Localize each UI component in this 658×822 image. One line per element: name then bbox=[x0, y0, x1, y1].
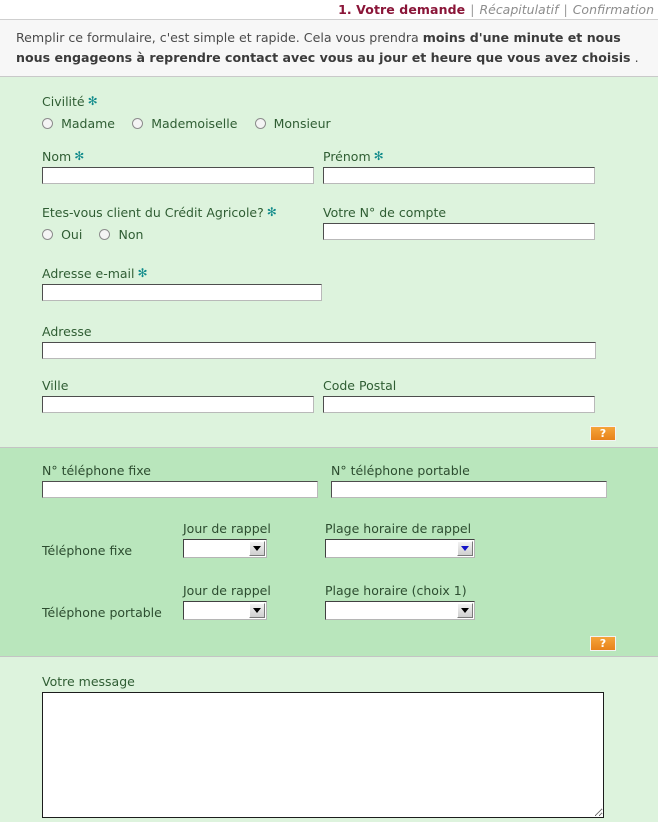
intro-text: Remplir ce formulaire, c'est simple et r… bbox=[0, 20, 658, 78]
compte-input[interactable] bbox=[323, 223, 595, 241]
required-asterisk-icon: ✻ bbox=[87, 94, 98, 109]
nom-group: Nom ✻ bbox=[42, 146, 323, 185]
client-question-options: Oui Non bbox=[42, 224, 323, 243]
callback-fixe-day-select[interactable] bbox=[183, 539, 267, 559]
callback-portable-name: Téléphone portable bbox=[42, 605, 162, 621]
tel-portable-input[interactable] bbox=[331, 481, 607, 499]
tel-fixe-group: N° téléphone fixe bbox=[42, 460, 331, 499]
callback-fixe-slot-group: Plage horaire de rappel bbox=[325, 518, 475, 562]
required-asterisk-icon: ✻ bbox=[373, 149, 384, 164]
callback-fixe-slot-label: Plage horaire de rappel bbox=[325, 521, 472, 537]
section-personal-info: Civilité ✻ Madame Mademoiselle Monsieur N… bbox=[0, 77, 658, 449]
form-page: 1. Votre demande | Récapitulatif | Confi… bbox=[0, 0, 658, 822]
help-button-section-1[interactable]: ? bbox=[590, 426, 616, 442]
ville-input[interactable] bbox=[42, 396, 314, 414]
tel-fixe-input[interactable] bbox=[42, 481, 318, 499]
radio-label-mademoiselle: Mademoiselle bbox=[151, 116, 238, 132]
code-postal-label: Code Postal bbox=[323, 378, 397, 394]
adresse-label: Adresse bbox=[42, 324, 92, 340]
civility-label: Civilité bbox=[42, 94, 85, 110]
email-label: Adresse e-mail bbox=[42, 266, 135, 282]
intro-part-1: Remplir ce formulaire, c'est simple et r… bbox=[16, 30, 423, 45]
phone-fields-row: N° téléphone fixe N° téléphone portable bbox=[0, 460, 658, 499]
intro-part-3: . bbox=[630, 49, 639, 65]
required-asterisk-icon: ✻ bbox=[74, 149, 85, 164]
step-separator-1: | bbox=[470, 2, 475, 17]
tel-portable-label: N° téléphone portable bbox=[331, 463, 470, 479]
code-postal-group: Code Postal bbox=[323, 375, 604, 414]
section-message: Votre message bbox=[0, 657, 658, 822]
prenom-label: Prénom bbox=[323, 149, 371, 165]
adresse-row: Adresse bbox=[0, 321, 658, 360]
tel-portable-group: N° téléphone portable bbox=[331, 460, 620, 499]
city-row: Ville Code Postal bbox=[0, 375, 658, 414]
ville-group: Ville bbox=[42, 375, 323, 414]
step-confirmation[interactable]: Confirmation bbox=[573, 2, 654, 17]
chevron-down-icon[interactable] bbox=[457, 541, 473, 557]
nom-input[interactable] bbox=[42, 167, 314, 185]
radio-madame[interactable] bbox=[42, 118, 53, 130]
prenom-input[interactable] bbox=[323, 167, 595, 185]
tel-fixe-label: N° téléphone fixe bbox=[42, 463, 151, 479]
callback-fixe-slot-select[interactable] bbox=[325, 539, 475, 559]
chevron-down-icon[interactable] bbox=[249, 603, 265, 619]
callback-portable-day-group: Jour de rappel bbox=[183, 580, 325, 624]
radio-oui[interactable] bbox=[42, 229, 53, 241]
name-row: Nom ✻ Prénom ✻ bbox=[0, 146, 658, 185]
callback-portable-slot-value bbox=[326, 602, 474, 620]
chevron-down-icon[interactable] bbox=[457, 603, 473, 619]
code-postal-input[interactable] bbox=[323, 396, 595, 414]
message-label: Votre message bbox=[42, 674, 135, 690]
callback-fixe-day-group: Jour de rappel bbox=[183, 518, 325, 562]
client-question-group: Etes-vous client du Crédit Agricole? ✻ Ou… bbox=[42, 202, 323, 243]
compte-group: Votre N° de compte bbox=[323, 202, 604, 243]
email-row: Adresse e-mail ✻ bbox=[0, 263, 658, 302]
radio-label-oui: Oui bbox=[61, 227, 83, 243]
callback-fixe-name: Téléphone fixe bbox=[42, 543, 133, 559]
section-phone-callback: N° téléphone fixe N° téléphone portable … bbox=[0, 448, 658, 658]
radio-label-monsieur: Monsieur bbox=[273, 116, 331, 132]
step-breadcrumb: 1. Votre demande | Récapitulatif | Confi… bbox=[0, 0, 658, 20]
step-current-votre-demande[interactable]: 1. Votre demande bbox=[338, 2, 465, 17]
callback-portable-day-select[interactable] bbox=[183, 601, 267, 621]
callback-portable-slot-select[interactable] bbox=[325, 601, 475, 621]
callback-fixe-day-label: Jour de rappel bbox=[183, 521, 271, 537]
radio-mademoiselle[interactable] bbox=[132, 118, 144, 130]
callback-fixe-slot-value bbox=[326, 540, 474, 558]
civility-options: Madame Mademoiselle Monsieur bbox=[42, 113, 343, 132]
client-row: Etes-vous client du Crédit Agricole? ✻ Ou… bbox=[0, 202, 658, 243]
radio-label-non: Non bbox=[118, 227, 144, 243]
ville-label: Ville bbox=[42, 378, 69, 394]
required-asterisk-icon: ✻ bbox=[266, 205, 277, 220]
adresse-group: Adresse bbox=[42, 321, 596, 360]
message-textarea[interactable] bbox=[42, 692, 604, 819]
civility-row: Civilité ✻ Madame Mademoiselle Monsieur bbox=[0, 91, 658, 132]
callback-portable-day-label: Jour de rappel bbox=[183, 583, 271, 599]
callback-row-portable: Téléphone portable Jour de rappel Plage … bbox=[0, 580, 658, 624]
radio-non[interactable] bbox=[99, 229, 111, 241]
nom-label: Nom bbox=[42, 149, 72, 165]
email-input[interactable] bbox=[42, 284, 322, 302]
compte-label: Votre N° de compte bbox=[323, 205, 447, 221]
step-separator-2: | bbox=[563, 2, 568, 17]
callback-portable-slot-group: Plage horaire (choix 1) bbox=[325, 580, 475, 624]
client-question-label: Etes-vous client du Crédit Agricole? bbox=[42, 205, 264, 221]
callback-row-fixe: Téléphone fixe Jour de rappel Plage hora… bbox=[0, 518, 658, 562]
help-button-section-2[interactable]: ? bbox=[590, 636, 616, 652]
prenom-group: Prénom ✻ bbox=[323, 146, 604, 185]
radio-monsieur[interactable] bbox=[254, 118, 266, 130]
callback-portable-slot-label: Plage horaire (choix 1) bbox=[325, 583, 467, 599]
radio-label-madame: Madame bbox=[61, 116, 115, 132]
email-group: Adresse e-mail ✻ bbox=[42, 263, 322, 302]
adresse-input[interactable] bbox=[42, 342, 596, 360]
required-asterisk-icon: ✻ bbox=[137, 266, 148, 281]
step-recapitulatif[interactable]: Récapitulatif bbox=[479, 2, 558, 17]
chevron-down-icon[interactable] bbox=[249, 541, 265, 557]
